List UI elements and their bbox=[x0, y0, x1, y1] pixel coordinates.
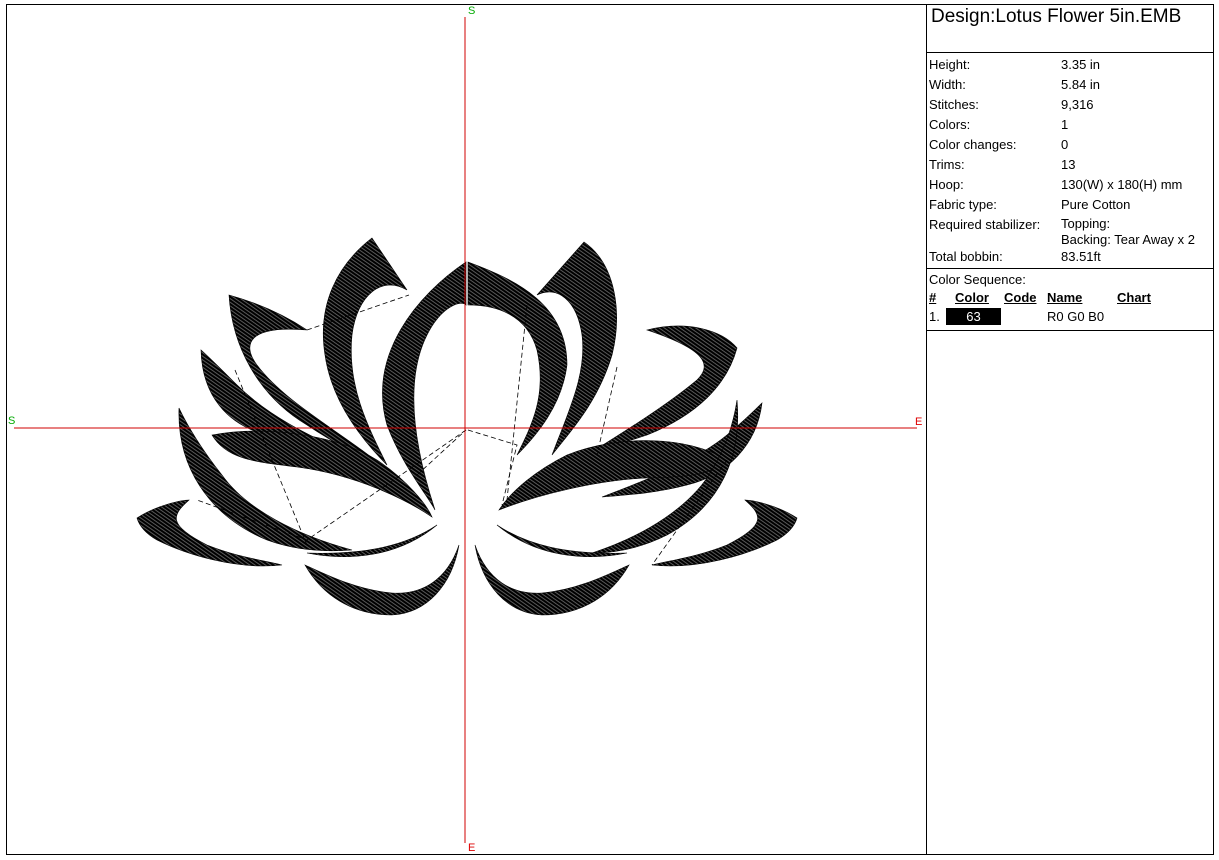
property-row: Fabric type: Pure Cotton bbox=[927, 195, 1214, 215]
property-label: Color changes: bbox=[929, 137, 1017, 152]
color-num: 1. bbox=[929, 309, 940, 324]
header-color: Color bbox=[955, 290, 989, 305]
property-value: 83.51ft bbox=[1061, 247, 1214, 267]
property-label: Total bobbin: bbox=[929, 249, 1003, 264]
property-value-line: 5.84 in bbox=[1061, 77, 1101, 92]
color-cell: 63 bbox=[946, 307, 1004, 327]
lotus-flower bbox=[136, 237, 798, 616]
start-marker-left: S bbox=[8, 415, 15, 427]
property-value-line: Topping: bbox=[1061, 216, 1111, 231]
property-value-line: 83.51ft bbox=[1061, 249, 1101, 264]
property-value-line: 1 bbox=[1061, 117, 1069, 132]
design-info-panel: Design:Lotus Flower 5in.EMB Height: 3.35 … bbox=[927, 5, 1214, 854]
property-label: Stitches: bbox=[929, 97, 979, 112]
start-marker-top: S bbox=[468, 5, 475, 17]
color-sequence-title: Color Sequence: bbox=[929, 272, 1026, 287]
property-row: Height: 3.35 in bbox=[927, 55, 1214, 75]
property-value: Topping: Backing: Tear Away x 2 bbox=[1061, 215, 1214, 247]
lotus-design-svg: S S E E bbox=[8, 5, 922, 854]
right-side-leaf bbox=[651, 499, 798, 567]
design-properties: Height: 3.35 in Width: 5.84 in Stitches: 9,31… bbox=[927, 53, 1214, 269]
property-row: Stitches: 9,316 bbox=[927, 95, 1214, 115]
header-chart: Chart bbox=[1117, 290, 1151, 305]
property-value-line: 0 bbox=[1061, 137, 1069, 152]
property-label: Fabric type: bbox=[929, 197, 997, 212]
property-row: Trims: 13 bbox=[927, 155, 1214, 175]
bottom-inner-left bbox=[306, 524, 438, 557]
property-value: 9,316 bbox=[1061, 95, 1214, 115]
property-value: 130(W) x 180(H) mm bbox=[1061, 175, 1214, 195]
property-value: 0 bbox=[1061, 135, 1214, 155]
property-value-line: Pure Cotton bbox=[1061, 197, 1131, 212]
property-row: Colors: 1 bbox=[927, 115, 1214, 135]
property-value-line-2: Backing: Tear Away x 2 bbox=[1061, 232, 1195, 247]
property-row: Hoop: 130(W) x 180(H) mm bbox=[927, 175, 1214, 195]
header-name: Name bbox=[1047, 290, 1083, 305]
property-value: 1 bbox=[1061, 115, 1214, 135]
color-name: R0 G0 B0 bbox=[1047, 309, 1105, 324]
property-value-line: 9,316 bbox=[1061, 97, 1094, 112]
property-row: Color changes: 0 bbox=[927, 135, 1214, 155]
property-value-line: 3.35 in bbox=[1061, 57, 1101, 72]
center-petal-left bbox=[382, 261, 467, 511]
property-value: 5.84 in bbox=[1061, 75, 1214, 95]
property-label: Trims: bbox=[929, 157, 965, 172]
property-label: Height: bbox=[929, 57, 971, 72]
property-label: Required stabilizer: bbox=[929, 217, 1041, 232]
property-label: Colors: bbox=[929, 117, 971, 132]
color-sequence-rows: 1. 63 R0 G0 B0 bbox=[929, 307, 1212, 327]
property-row: Width: 5.84 in bbox=[927, 75, 1214, 95]
end-marker-right: E bbox=[915, 416, 922, 428]
property-value-line: 13 bbox=[1061, 157, 1076, 172]
property-row: Total bobbin: 83.51ft bbox=[927, 247, 1214, 267]
property-label: Width: bbox=[929, 77, 966, 92]
color-sequence-row[interactable]: 1. 63 R0 G0 B0 bbox=[929, 307, 1212, 327]
color-swatch: 63 bbox=[946, 308, 1001, 325]
property-value-line: 130(W) x 180(H) mm bbox=[1061, 177, 1183, 192]
property-value: Pure Cotton bbox=[1061, 195, 1214, 215]
property-row: Required stabilizer: Topping: Backing: Tea… bbox=[927, 215, 1214, 247]
header-code: Code bbox=[1004, 290, 1037, 305]
design-canvas[interactable]: S S E E bbox=[7, 5, 927, 854]
page-footer bbox=[6, 856, 1214, 860]
color-sequence-header: # Color Code Name Chart bbox=[929, 289, 1212, 307]
design-title: Design:Lotus Flower 5in.EMB bbox=[927, 5, 1214, 53]
property-label: Hoop: bbox=[929, 177, 964, 192]
header-num: # bbox=[929, 290, 937, 305]
property-value: 3.35 in bbox=[1061, 55, 1214, 75]
end-marker-bottom: E bbox=[468, 842, 475, 854]
color-sequence: Color Sequence: # Color Code Name Chart … bbox=[927, 269, 1214, 331]
property-value: 13 bbox=[1061, 155, 1214, 175]
crosshair bbox=[14, 17, 917, 843]
